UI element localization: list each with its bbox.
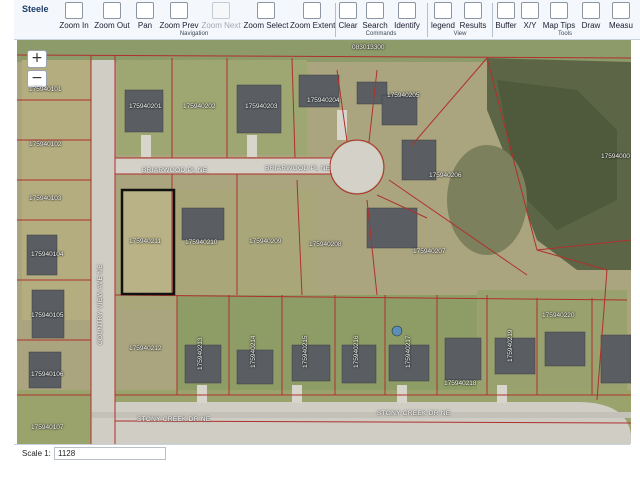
zoom-controls: + − (27, 50, 47, 90)
zoom-out-button[interactable]: Zoom Out (92, 2, 132, 32)
draw-icon (582, 2, 600, 19)
scale-label: Scale 1: (22, 449, 51, 458)
map-tips-icon (550, 2, 568, 19)
tools-group-label: Tools (557, 31, 572, 37)
zoom-next-button[interactable]: Zoom Next (200, 2, 242, 32)
legend-icon (434, 2, 452, 19)
zoom-extent-icon (303, 2, 321, 19)
parcel-label: 175940205 (387, 92, 420, 99)
clear-button[interactable]: Clear (336, 2, 360, 32)
parcel-label: 083013300 (352, 44, 385, 51)
view-group-label: View (453, 31, 467, 37)
draw-button[interactable]: Draw (578, 2, 604, 32)
search-icon (366, 2, 384, 19)
parcel-label: 175940106 (31, 371, 64, 378)
pan-icon (136, 2, 154, 19)
clear-icon (339, 2, 357, 19)
zoom-in-icon (65, 2, 83, 19)
identify-button[interactable]: Identify (391, 2, 423, 32)
parcel-label: 175940209 (249, 238, 282, 245)
parcel-label: 175940212 (129, 345, 162, 352)
measure-icon (612, 2, 630, 19)
legend-button[interactable]: legend (430, 2, 456, 32)
parcel-label: 175940102 (29, 141, 62, 148)
parcel-label: 175940213 (197, 337, 204, 370)
results-button[interactable]: Results (458, 2, 488, 32)
zoom-next-icon (212, 2, 230, 19)
view-group: legend Results View (428, 0, 492, 40)
street-label-stony-creek-east: STONY CREEK DR NE (377, 410, 451, 417)
navigation-group: Zoom In Zoom Out Pan Zoom Prev Zoom Next… (54, 0, 335, 40)
map-tips-button[interactable]: Map Tips (542, 2, 576, 32)
parcel-label: 175940206 (429, 172, 462, 179)
parcel-label: 175940201 (129, 103, 162, 110)
street-label-stony-creek-west: STONY CREEK DR NE (137, 416, 211, 423)
buffer-button[interactable]: Buffer (493, 2, 519, 32)
zoom-out-icon (103, 2, 121, 19)
parcel-label: 175940211 (129, 238, 162, 245)
xy-icon (521, 2, 539, 19)
commands-group: Clear Search Identify Commands (336, 0, 428, 40)
street-label-country-view: COUNTRY VIEW AVE NE (97, 264, 104, 345)
street-label-briarwood-west: BRIARWOOD PL NE (142, 167, 208, 174)
map-zoom-in-button[interactable]: + (27, 50, 47, 68)
zoom-prev-button[interactable]: Zoom Prev (158, 2, 200, 32)
zoom-select-button[interactable]: Zoom Select (242, 2, 290, 32)
measure-button[interactable]: Measu (606, 2, 636, 32)
zoom-select-icon (257, 2, 275, 19)
parcel-label: 175940207 (413, 248, 446, 255)
parcel-label: 175940218 (444, 380, 477, 387)
parcel-label: 175940203 (245, 103, 278, 110)
parcel-label: 175940101 (29, 86, 62, 93)
parcel-label: 175940105 (31, 312, 64, 319)
buffer-icon (497, 2, 515, 19)
parcel-label: 175940204 (307, 97, 340, 104)
zoom-in-button[interactable]: Zoom In (56, 2, 92, 32)
navigation-group-label: Navigation (179, 31, 209, 37)
parcel-label: 175940107 (31, 424, 64, 431)
parcel-label: 175940104 (31, 251, 64, 258)
search-button[interactable]: Search (361, 2, 389, 32)
map-view[interactable]: + − BRIARWOOD PL NE BRIARWOOD PL NE STON… (17, 40, 631, 444)
parcel-label: 175940220 (542, 312, 575, 319)
parcel-label: 175940219 (507, 329, 514, 362)
parcel-label: 175940210 (185, 239, 218, 246)
gis-viewer-app: Steele Zoom In Zoom Out Pan Zoom Prev Zo… (0, 0, 640, 486)
parcel-label: 175940208 (309, 241, 342, 248)
parcel-label: 175940217 (405, 335, 412, 368)
xy-button[interactable]: X/Y (520, 2, 540, 32)
zoom-extent-button[interactable]: Zoom Extent (290, 2, 335, 32)
tools-group: Buffer X/Y Map Tips Draw Measu Tools (493, 0, 640, 40)
scale-input[interactable]: 1128 (54, 447, 166, 460)
parcel-label: 17594000 (601, 153, 630, 160)
results-icon (464, 2, 482, 19)
parcel-label: 175940216 (353, 335, 360, 368)
status-bar: Scale 1: 1128 (14, 444, 630, 462)
commands-group-label: Commands (365, 31, 397, 37)
toolbar: Steele Zoom In Zoom Out Pan Zoom Prev Zo… (14, 0, 640, 40)
app-title: Steele (22, 4, 49, 14)
pan-button[interactable]: Pan (132, 2, 158, 32)
zoom-prev-icon (170, 2, 188, 19)
parcel-label: 175940202 (183, 103, 216, 110)
identify-icon (398, 2, 416, 19)
parcel-label: 175940214 (250, 335, 257, 368)
parcel-label: 175940103 (29, 195, 62, 202)
parcel-label: 175940215 (302, 335, 309, 368)
street-label-briarwood-east: BRIARWOOD PL NE (265, 165, 331, 172)
